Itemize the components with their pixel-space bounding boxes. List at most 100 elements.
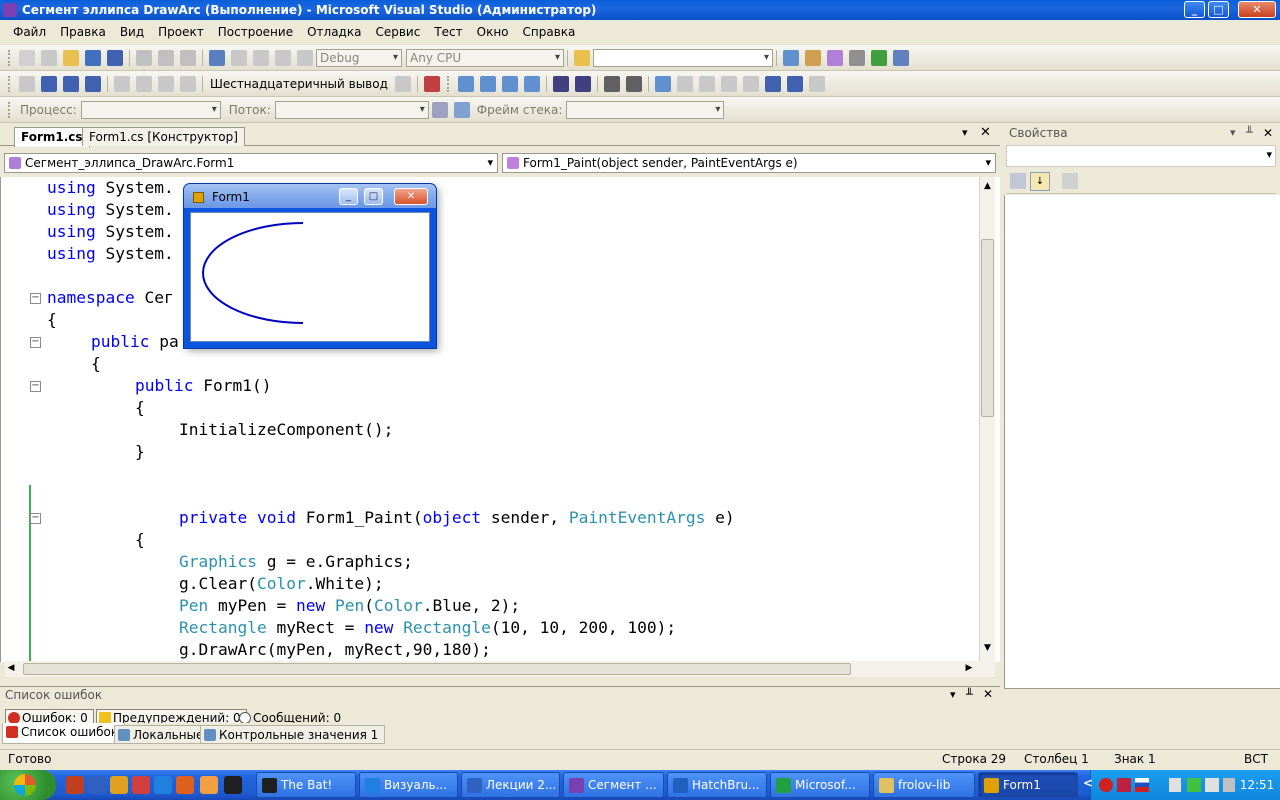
menu-view[interactable]: Вид (113, 25, 151, 39)
find-combo[interactable] (593, 48, 773, 67)
close-button[interactable]: ✕ (1238, 1, 1276, 18)
close-panel-icon[interactable]: ✕ (983, 687, 993, 701)
solution-platform-combo[interactable]: Any CPU (406, 48, 564, 67)
paste-icon[interactable] (180, 49, 196, 66)
object-browser-icon[interactable] (827, 49, 843, 66)
break-all-icon[interactable] (41, 75, 57, 92)
new-project-icon[interactable] (19, 49, 35, 66)
form1-maximize-button[interactable]: □ (364, 188, 383, 205)
task-segment[interactable]: Сегмент ... (563, 772, 664, 798)
pin-icon[interactable]: ╨ (966, 688, 973, 701)
prev-bookmark-folder-icon[interactable] (720, 75, 737, 92)
scroll-left-icon[interactable]: ◀ (5, 663, 17, 675)
cut-icon[interactable] (136, 49, 152, 66)
filter-icon[interactable] (431, 101, 448, 118)
start-debugging-icon[interactable] (297, 49, 313, 66)
code-line[interactable]: { (135, 397, 145, 419)
restart-icon[interactable] (85, 75, 101, 92)
scroll-up-icon[interactable]: ▲ (981, 181, 994, 195)
decrease-indent-icon[interactable] (552, 75, 569, 92)
clock[interactable]: 12:51 (1237, 770, 1277, 800)
show-next-statement-icon[interactable] (114, 75, 130, 92)
save-icon[interactable] (85, 49, 101, 66)
solution-config-combo[interactable]: Debug (316, 48, 402, 67)
next-bookmark-doc-icon[interactable] (786, 75, 803, 92)
prev-bookmark-doc-icon[interactable] (764, 75, 781, 92)
menu-file[interactable]: Файл (6, 25, 53, 39)
scroll-thumb[interactable] (981, 239, 994, 417)
menu-help[interactable]: Справка (516, 25, 583, 39)
code-editor[interactable]: using System. using System. using System… (0, 177, 1000, 662)
code-line[interactable]: Pen myPen = new Pen(Color.Blue, 2); (179, 595, 520, 617)
network-icon[interactable] (1187, 778, 1201, 792)
code-line[interactable]: using System. (47, 177, 174, 199)
task-hatchbrush[interactable]: HatchBru... (667, 772, 767, 798)
code-line[interactable]: using System. (47, 199, 174, 221)
code-line[interactable]: g.DrawArc(myPen, myRect,90,180); (179, 639, 491, 661)
thread-combo[interactable] (274, 100, 429, 119)
comment-lines-icon[interactable] (603, 75, 620, 92)
maximize-button[interactable]: □ (1208, 1, 1229, 18)
editor-horizontal-scrollbar[interactable]: ◀ ▶ (5, 661, 995, 677)
code-line[interactable]: { (135, 529, 145, 551)
task-lectures[interactable]: Лекции 2... (461, 772, 560, 798)
form1-window[interactable]: Form1 _ □ ✕ (184, 184, 436, 348)
minimize-button[interactable]: _ (1184, 1, 1205, 18)
toolbox-icon[interactable] (849, 49, 865, 66)
close-panel-icon[interactable]: ✕ (1263, 124, 1273, 142)
quicklaunch-icon[interactable] (132, 776, 150, 794)
tray-expand-icon[interactable]: < (1083, 776, 1093, 790)
code-line[interactable]: Rectangle myRect = new Rectangle(10, 10,… (179, 617, 676, 639)
step-over-icon[interactable] (158, 75, 174, 92)
tab-list-dropdown-icon[interactable]: ▾ (962, 126, 968, 139)
quicklaunch-icon[interactable] (110, 776, 128, 794)
task-the-bat[interactable]: The Bat! (256, 772, 356, 798)
menu-tools[interactable]: Сервис (368, 25, 427, 39)
start-page-icon[interactable] (871, 49, 887, 66)
stop-debugging-icon[interactable] (63, 75, 79, 92)
navigate-backward-icon[interactable] (253, 49, 269, 66)
ie-icon[interactable] (154, 776, 172, 794)
language-flag-icon[interactable] (1135, 778, 1149, 792)
add-item-icon[interactable] (41, 49, 57, 66)
complete-word-icon[interactable] (479, 75, 496, 92)
categorized-icon[interactable] (1010, 173, 1026, 189)
menu-debug[interactable]: Отладка (300, 25, 368, 39)
window-titlebar[interactable]: Сегмент эллипса DrawArc (Выполнение) - M… (0, 0, 1280, 20)
redo-icon[interactable] (231, 49, 247, 66)
menu-window[interactable]: Окно (470, 25, 516, 39)
fold-toggle-icon[interactable]: − (30, 513, 41, 524)
antivirus-icon[interactable] (1099, 778, 1113, 792)
code-line[interactable]: { (91, 353, 101, 375)
tab-form1-cs[interactable]: Form1.cs (14, 127, 90, 147)
clear-bookmarks-icon[interactable] (808, 75, 825, 92)
code-line[interactable]: namespace Сег (47, 287, 174, 309)
toolbar-grip[interactable] (8, 49, 12, 66)
toolbar-grip[interactable] (446, 75, 451, 92)
toolbar-grip[interactable] (8, 101, 12, 118)
horizontal-scroll-thumb[interactable] (23, 663, 851, 675)
next-bookmark-folder-icon[interactable] (742, 75, 759, 92)
fold-toggle-icon[interactable]: − (30, 381, 41, 392)
next-bookmark-icon[interactable] (698, 75, 715, 92)
volume-icon[interactable] (1205, 778, 1219, 792)
code-line[interactable]: g.Clear(Color.White); (179, 573, 384, 595)
member-combo[interactable]: Form1_Paint(object sender, PaintEventArg… (502, 153, 996, 173)
uncomment-lines-icon[interactable] (625, 75, 642, 92)
class-combo[interactable]: Сегмент_эллипса_DrawArc.Form1 (4, 153, 498, 173)
step-out-icon[interactable] (180, 75, 196, 92)
code-line[interactable]: using System. (47, 243, 174, 265)
step-into-icon[interactable] (136, 75, 152, 92)
command-window-icon[interactable] (893, 49, 909, 66)
windows-dropdown-icon[interactable] (423, 75, 440, 92)
task-visual-studio[interactable]: Визуаль... (359, 772, 458, 798)
code-line[interactable]: } (135, 441, 145, 463)
close-document-icon[interactable]: ✕ (980, 125, 991, 140)
fold-toggle-icon[interactable]: − (30, 293, 41, 304)
breakpoints-icon[interactable] (394, 75, 411, 92)
menu-project[interactable]: Проект (151, 25, 211, 39)
tab-watch-1[interactable]: Контрольные значения 1 (200, 725, 386, 744)
properties-panel-header[interactable]: Свойства ▾ ╨ ✕ (1004, 124, 1280, 144)
code-line[interactable]: using System. (47, 221, 174, 243)
code-line[interactable]: { (47, 309, 57, 331)
